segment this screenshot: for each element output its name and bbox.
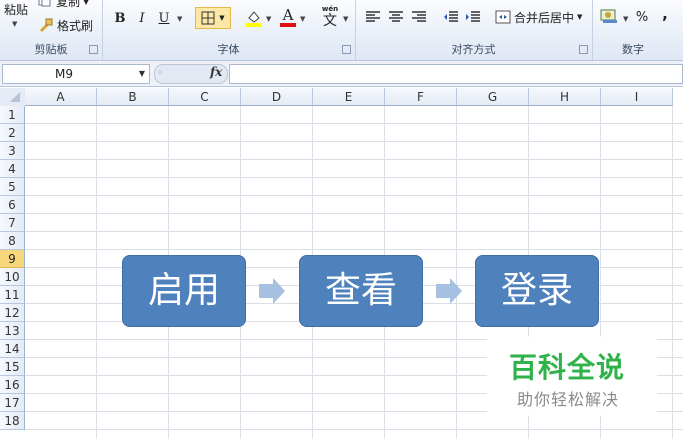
font-color-swatch: [280, 22, 296, 27]
select-all-corner[interactable]: [0, 88, 26, 107]
phonetic-pinyin: wén: [321, 5, 339, 13]
paste-button[interactable]: 粘贴: [0, 2, 32, 17]
name-box-value: M9: [55, 67, 73, 81]
paste-label: 粘贴: [3, 2, 28, 17]
column-header-h[interactable]: H: [529, 88, 601, 106]
column-header-e[interactable]: E: [313, 88, 385, 106]
font-color-button[interactable]: A: [278, 6, 298, 28]
copy-button[interactable]: 复制 ▼: [38, 0, 89, 9]
underline-dropdown-icon[interactable]: ▼: [177, 15, 182, 23]
name-box[interactable]: M9 ▼: [2, 64, 150, 84]
column-header-i[interactable]: I: [601, 88, 673, 106]
process-step-2[interactable]: 查看: [299, 255, 423, 327]
borders-icon: [201, 11, 215, 25]
process-step-1[interactable]: 启用: [122, 255, 246, 327]
row-header-10[interactable]: 10: [0, 268, 25, 286]
watermark: 百科全说 助你轻松解决: [487, 336, 657, 416]
increase-indent-icon[interactable]: [465, 10, 481, 24]
number-group-label: 数字: [622, 43, 644, 56]
watermark-subtitle: 助你轻松解决: [517, 390, 620, 409]
row-header-5[interactable]: 5: [0, 178, 25, 196]
font-group: B I U ▼ ▼ ▼ A ▼ wén 文 ▼ 字体: [102, 0, 356, 60]
borders-dropdown-icon[interactable]: ▼: [219, 14, 224, 22]
copy-dropdown-icon[interactable]: ▼: [83, 0, 89, 6]
underline-button[interactable]: U: [156, 10, 172, 26]
column-header-d[interactable]: D: [241, 88, 313, 106]
formula-bar: M9 ▼ ◦ fx: [0, 61, 683, 87]
fill-color-button[interactable]: [244, 7, 264, 29]
name-box-dropdown-icon[interactable]: ▼: [139, 65, 145, 83]
font-group-label: 字体: [217, 43, 240, 56]
formula-input[interactable]: [229, 64, 683, 84]
row-header-15[interactable]: 15: [0, 358, 25, 376]
paste-dropdown-icon[interactable]: ▼: [12, 20, 17, 28]
row-header-7[interactable]: 7: [0, 214, 25, 232]
merge-center-icon: [495, 10, 511, 24]
percent-button[interactable]: %: [634, 9, 650, 25]
row-header-1[interactable]: 1: [0, 106, 25, 124]
column-header-c[interactable]: C: [169, 88, 241, 106]
column-header-a[interactable]: A: [25, 88, 97, 106]
decrease-indent-icon[interactable]: [443, 10, 459, 24]
clipboard-group: 粘贴 ▼ 复制 ▼ 格式刷 剪贴板: [0, 0, 103, 60]
clipboard-dialog-launcher[interactable]: [89, 45, 98, 54]
row-header-6[interactable]: 6: [0, 196, 25, 214]
copy-label: 复制: [56, 0, 81, 9]
clipboard-group-label: 剪贴板: [34, 43, 68, 56]
row-header-11[interactable]: 11: [0, 286, 25, 304]
column-header-b[interactable]: B: [97, 88, 169, 106]
row-header-2[interactable]: 2: [0, 124, 25, 142]
bold-button[interactable]: B: [112, 10, 128, 26]
font-color-dropdown-icon[interactable]: ▼: [300, 15, 305, 23]
row-header-9[interactable]: 9: [0, 250, 25, 268]
font-dialog-launcher[interactable]: [342, 45, 351, 54]
fill-color-icon: [246, 11, 262, 27]
phonetic-dropdown-icon[interactable]: ▼: [343, 15, 348, 23]
row-header-18[interactable]: 18: [0, 412, 25, 430]
row-header-3[interactable]: 3: [0, 142, 25, 160]
align-center-icon[interactable]: [388, 10, 404, 24]
format-painter-label: 格式刷: [57, 18, 94, 33]
accounting-dropdown-icon[interactable]: ▼: [623, 15, 628, 23]
phonetic-char: 文: [323, 13, 337, 29]
fill-color-dropdown-icon[interactable]: ▼: [266, 15, 271, 23]
process-arrow-icon: [436, 278, 462, 304]
process-step-3[interactable]: 登录: [475, 255, 599, 327]
phonetic-button[interactable]: wén 文: [319, 4, 341, 30]
copy-icon: [38, 0, 51, 7]
merge-center-button[interactable]: 合并后居中 ▼: [495, 8, 582, 26]
alignment-group: 合并后居中 ▼ 对齐方式: [355, 0, 593, 60]
column-header-f[interactable]: F: [385, 88, 457, 106]
collapse-icon[interactable]: ◦: [157, 66, 164, 79]
align-right-icon[interactable]: [411, 10, 427, 24]
insert-function-button[interactable]: fx: [210, 65, 222, 79]
row-header-17[interactable]: 17: [0, 394, 25, 412]
row-header-4[interactable]: 4: [0, 160, 25, 178]
process-arrow-icon: [259, 278, 285, 304]
watermark-title: 百科全说: [509, 351, 626, 384]
select-all-triangle-icon: [10, 92, 20, 102]
number-group: ▼ % , 数字: [592, 0, 683, 60]
alignment-group-label: 对齐方式: [451, 43, 496, 56]
accounting-format-icon[interactable]: [600, 8, 618, 24]
row-header-12[interactable]: 12: [0, 304, 25, 322]
format-painter-icon: [40, 18, 53, 32]
row-header-13[interactable]: 13: [0, 322, 25, 340]
borders-button[interactable]: ▼: [195, 7, 231, 29]
row-header-16[interactable]: 16: [0, 376, 25, 394]
ribbon: 粘贴 ▼ 复制 ▼ 格式刷 剪贴板 B I U ▼ ▼ ▼ A ▼ wén 文 …: [0, 0, 683, 61]
row-header-14[interactable]: 14: [0, 340, 25, 358]
column-header-g[interactable]: G: [457, 88, 529, 106]
alignment-dialog-launcher[interactable]: [579, 45, 588, 54]
format-painter-button[interactable]: 格式刷: [38, 17, 93, 33]
row-header-8[interactable]: 8: [0, 232, 25, 250]
comma-button[interactable]: ,: [660, 5, 670, 23]
align-left-icon[interactable]: [365, 10, 381, 24]
italic-button[interactable]: I: [134, 10, 150, 26]
font-color-label: A: [282, 5, 294, 24]
merge-center-dropdown-icon[interactable]: ▼: [577, 13, 582, 21]
merge-center-label: 合并后居中: [514, 10, 575, 25]
